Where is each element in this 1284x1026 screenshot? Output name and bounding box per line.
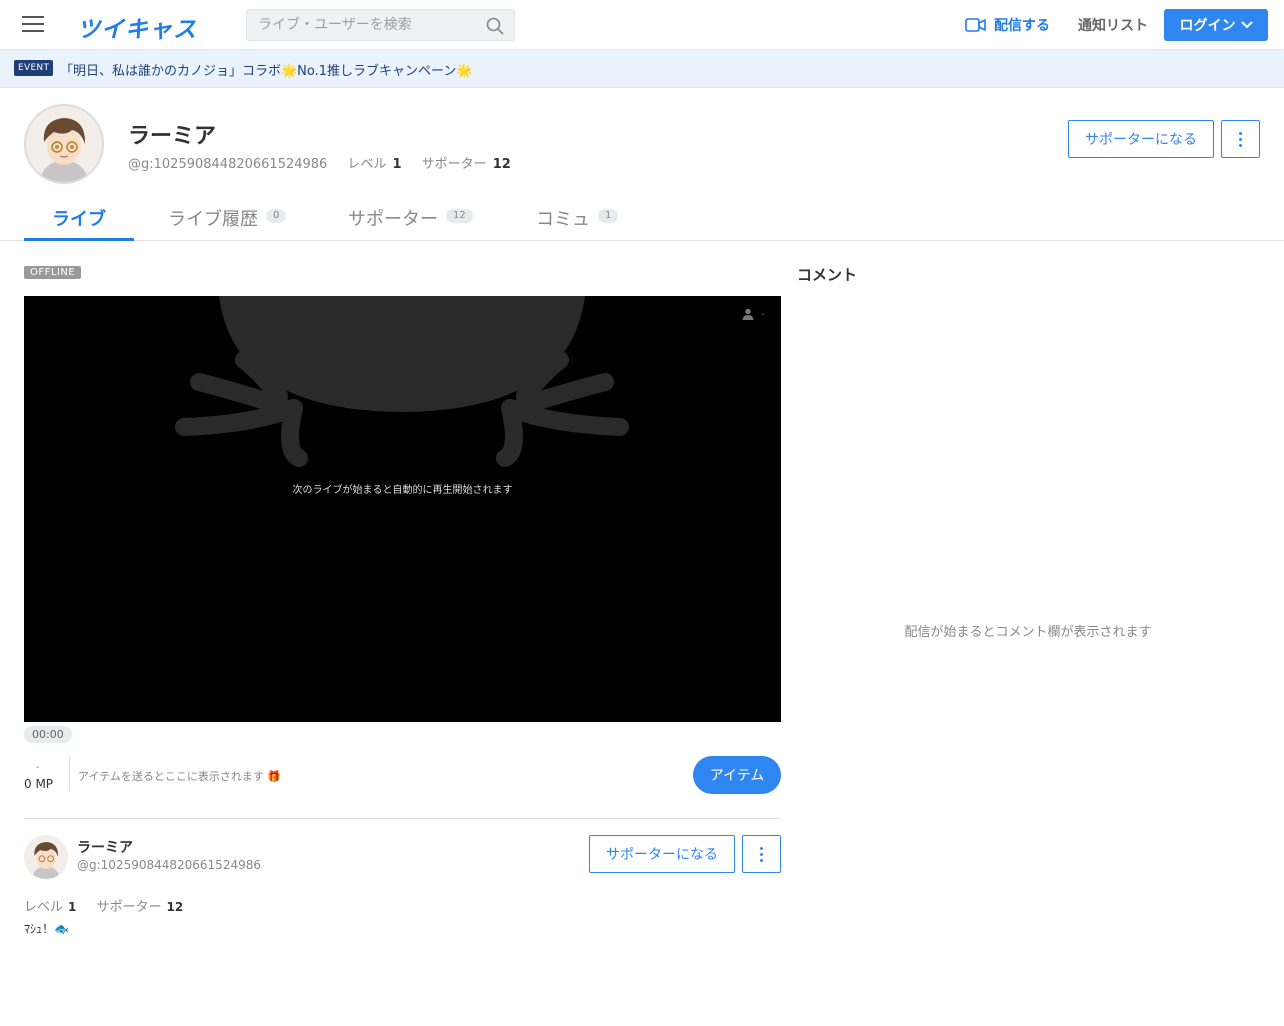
viewer-count-value: -	[761, 308, 765, 320]
search-icon[interactable]	[486, 17, 504, 35]
level-label: レベル	[24, 900, 64, 915]
avatar[interactable]	[24, 835, 68, 879]
search-input[interactable]	[247, 10, 477, 40]
card-id: @g:102590844820661524986	[77, 858, 261, 872]
more-options-icon[interactable]	[742, 835, 781, 873]
mp-dash: -	[36, 762, 40, 773]
mp-value: 0 MP	[24, 777, 54, 791]
offline-badge: OFFLINE	[24, 266, 82, 279]
supporter-value[interactable]: 12	[167, 900, 184, 914]
supporter-value[interactable]: 12	[493, 157, 511, 172]
broadcast-button[interactable]: 配信する	[965, 15, 1050, 35]
notification-list-link[interactable]: 通知リスト	[1078, 15, 1148, 35]
become-supporter-button[interactable]: サポーターになる	[1068, 120, 1214, 158]
tab-community-label: コミュ	[536, 209, 590, 230]
level-label: レベル	[347, 157, 387, 172]
event-link[interactable]: 「明日、私は誰かのカノジョ」コラボ🌟No.1推しラブキャンペーン🌟	[60, 60, 473, 79]
viewer-count: -	[742, 308, 765, 320]
item-hint: アイテムを送るとここに表示されます 🎁	[78, 770, 282, 783]
avatar-illustration	[24, 835, 68, 879]
avatar-illustration	[26, 106, 102, 182]
become-supporter-button[interactable]: サポーターになる	[589, 835, 735, 873]
site-logo[interactable]: ツイキャス	[77, 10, 197, 44]
tab-live-history-label: ライブ履歴	[168, 209, 258, 230]
item-button[interactable]: アイテム	[693, 756, 781, 794]
tab-supporters[interactable]: サポーター 12	[348, 200, 473, 241]
video-camera-icon	[965, 18, 986, 32]
offline-message: 次のライブが始まると自動的に再生開始されます	[292, 485, 513, 496]
tab-count-badge: 12	[446, 209, 473, 223]
card-name[interactable]: ラーミア	[77, 837, 133, 857]
event-banner: EVENT 「明日、私は誰かのカノジョ」コラボ🌟No.1推しラブキャンペーン🌟	[0, 50, 1284, 88]
profile-name: ラーミア	[128, 124, 217, 149]
broadcast-label: 配信する	[994, 18, 1050, 34]
more-options-icon[interactable]	[1221, 120, 1260, 158]
profile-meta: @g:102590844820661524986 レベル 1 サポーター 12	[128, 153, 511, 172]
profile-tabs: ライブ ライブ履歴 0 サポーター 12 コミュ 1	[0, 200, 1284, 241]
profile-id: @g:102590844820661524986	[128, 157, 328, 172]
search-box	[246, 9, 515, 41]
level-value: 1	[392, 157, 402, 172]
video-player[interactable]: - 次のライブが始まると自動的に再生開始されます	[24, 296, 781, 722]
top-header: ツイキャス 配信する 通知リスト ログイン	[0, 0, 1284, 50]
supporter-label: サポーター	[96, 900, 162, 915]
divider	[24, 818, 781, 819]
tab-supporters-label: サポーター	[348, 209, 438, 230]
comments-empty-message: 配信が始まるとコメント欄が表示されます	[904, 625, 1152, 640]
elapsed-time: 00:00	[24, 726, 72, 743]
event-badge: EVENT	[14, 60, 54, 76]
tab-live[interactable]: ライブ	[24, 200, 134, 241]
card-meta: レベル 1 サポーター 12	[24, 896, 183, 915]
tab-count-badge: 1	[598, 209, 619, 223]
menu-icon[interactable]	[22, 16, 44, 34]
offline-mascot-illustration	[175, 296, 629, 467]
login-label: ログイン	[1179, 18, 1236, 34]
supporter-label: サポーター	[421, 157, 487, 172]
tab-live-label: ライブ	[52, 209, 106, 230]
comments-title: コメント	[797, 266, 858, 284]
tab-community[interactable]: コミュ 1	[536, 200, 619, 241]
avatar[interactable]	[24, 104, 104, 184]
divider	[69, 756, 70, 791]
chevron-down-icon	[1240, 21, 1253, 29]
login-button[interactable]: ログイン	[1164, 9, 1268, 41]
tab-live-history[interactable]: ライブ履歴 0	[168, 200, 287, 241]
level-value: 1	[68, 900, 77, 914]
user-icon	[742, 308, 754, 320]
tab-count-badge: 0	[266, 209, 287, 223]
profile-bio: ﾏｼｭ！🐟	[24, 922, 69, 936]
